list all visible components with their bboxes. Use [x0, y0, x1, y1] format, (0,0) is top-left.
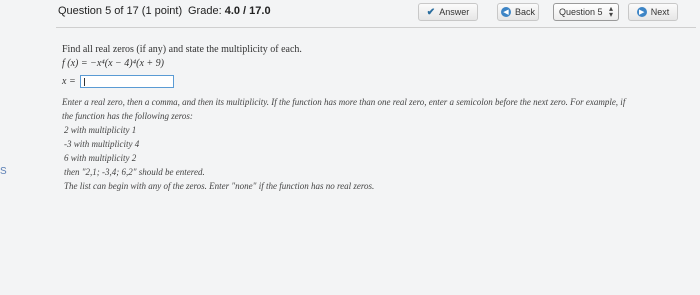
answer-row: x = [62, 75, 174, 88]
next-arrow-icon: ▶ [636, 7, 647, 17]
answer-button-label: Answer [439, 7, 470, 17]
instructions: Enter a real zero, then a comma, and the… [62, 95, 692, 193]
next-button-label: Next [650, 7, 670, 17]
grade-display: Grade: 4.0 / 17.0 [188, 5, 271, 17]
instructions-last: The list can begin with any of the zeros… [64, 181, 375, 191]
next-button[interactable]: ▶ Next [628, 3, 678, 21]
header-divider [56, 27, 696, 28]
check-icon: ✔ [426, 6, 436, 18]
grade-label: Grade: [188, 5, 222, 17]
instructions-line-1: Enter a real zero, then a comma, and the… [62, 97, 626, 107]
question-select[interactable]: Question 5 ▴ ▾ [553, 3, 619, 21]
question-body: Find all real zeros (if any) and state t… [62, 44, 692, 191]
back-button[interactable]: ◀ Back [497, 3, 539, 21]
grade-value: 4.0 / 17.0 [224, 5, 271, 17]
back-arrow-icon: ◀ [500, 7, 511, 17]
answer-button[interactable]: ✔ Answer [418, 3, 478, 21]
example-zero-1: 2 with multiplicity 1 [64, 125, 137, 135]
answer-input[interactable] [79, 75, 174, 88]
example-zero-2: -3 with multiplicity 4 [64, 139, 140, 149]
updown-icon: ▴ ▾ [608, 4, 613, 19]
question-prompt: Find all real zeros (if any) and state t… [62, 44, 302, 55]
side-text: S [0, 166, 7, 177]
function-expression: f (x) = −x⁴(x − 4)⁴(x + 9) [62, 58, 164, 69]
answer-label: x = [62, 76, 76, 87]
question-counter: Question 5 of 17 (1 point) [58, 5, 183, 17]
instructions-line-2: the function has the following zeros: [62, 111, 193, 121]
back-button-label: Back [514, 7, 535, 17]
question-select-value: Question 5 [559, 7, 603, 17]
example-zero-3: 6 with multiplicity 2 [64, 153, 137, 163]
text-caret [83, 78, 85, 86]
example-entry: then "2,1; -3,4; 6,2" should be entered. [64, 167, 205, 177]
header-bar: Question 5 of 17 (1 point) Grade: 4.0 / … [0, 0, 700, 28]
